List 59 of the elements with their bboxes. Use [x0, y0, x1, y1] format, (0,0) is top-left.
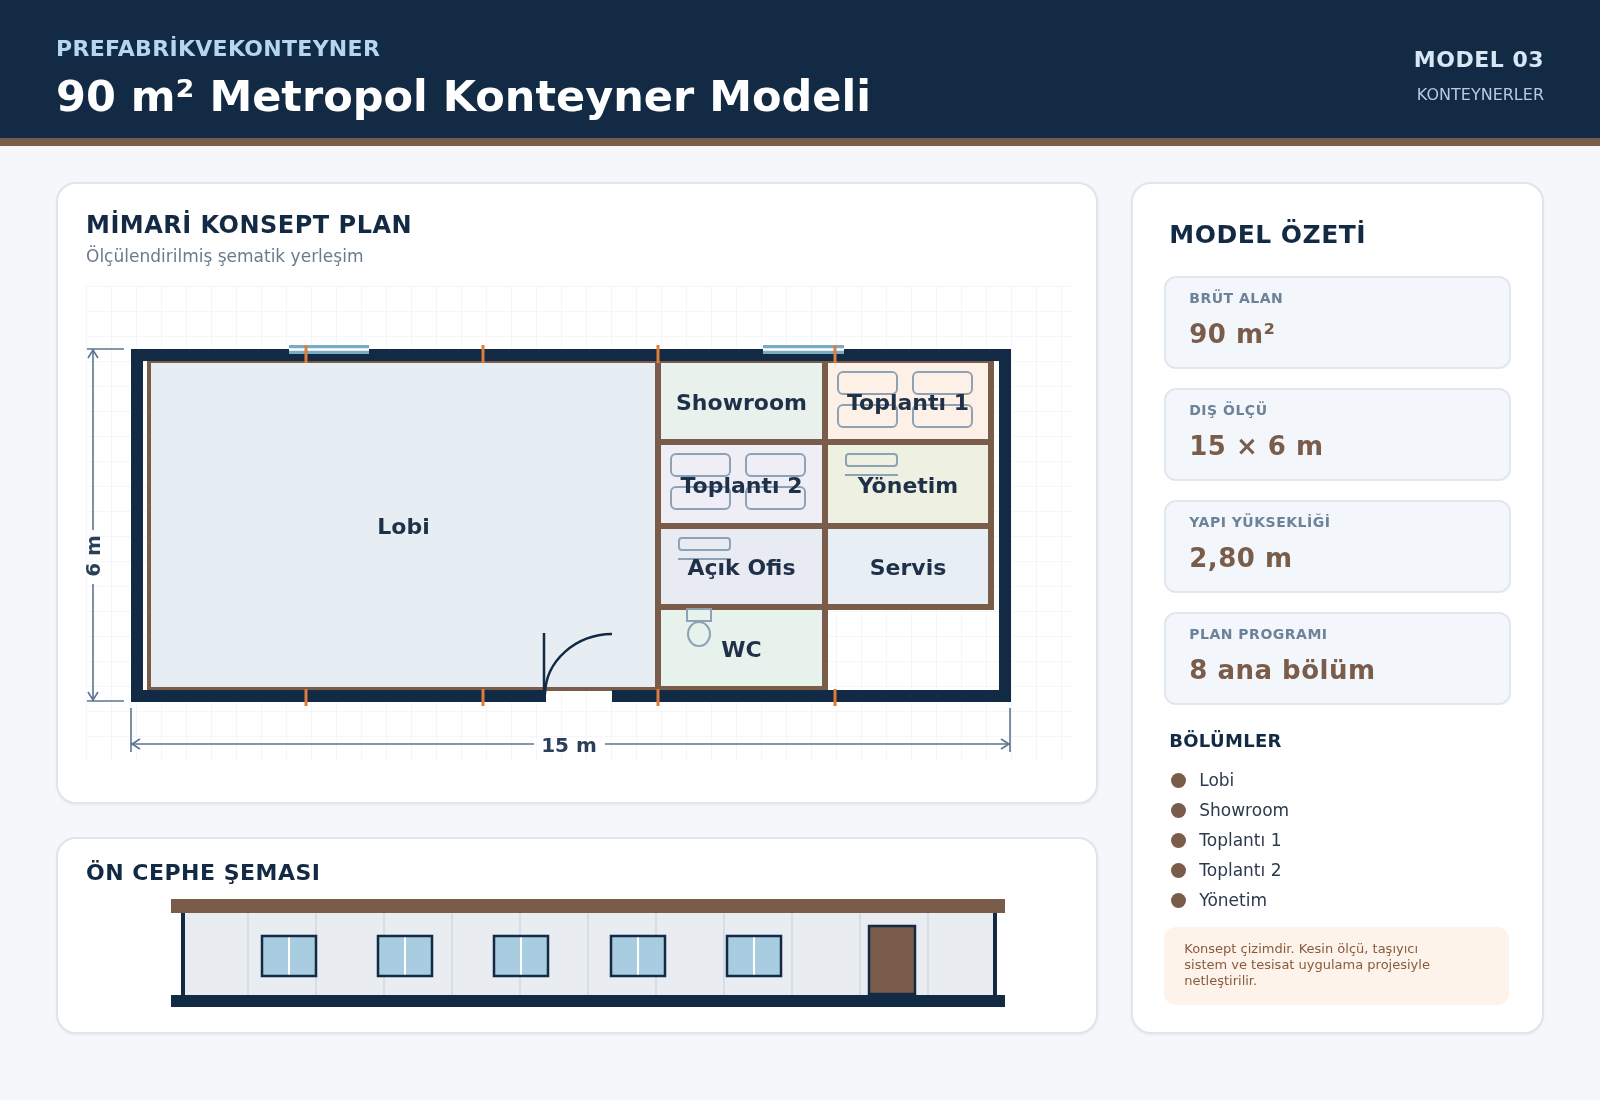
joint-marker-icon: [656, 689, 660, 706]
joint-marker-icon: [481, 345, 485, 363]
toilet-icon: [686, 608, 712, 647]
seat-icon: [745, 453, 806, 477]
window-icon: [260, 934, 318, 978]
section-item: Showroom: [1199, 799, 1290, 822]
dimension-label: 15 m: [541, 733, 597, 757]
section-item: Toplantı 1: [1199, 829, 1282, 852]
window-icon: [376, 934, 434, 978]
seat-icon: [837, 371, 898, 395]
model-number: MODEL 03: [1413, 46, 1544, 74]
section-title: MODEL ÖZETİ: [1168, 219, 1368, 251]
room-label: Toplantı 2: [680, 472, 803, 498]
room-label: Toplantı 1: [847, 389, 969, 415]
joint-marker-icon: [656, 345, 660, 363]
joint-marker-icon: [833, 689, 837, 706]
stat-label: PLAN PROGRAMI: [1189, 625, 1328, 644]
window-icon: [492, 934, 550, 978]
section-item: Lobi: [1199, 769, 1235, 792]
window-icon: [763, 345, 844, 354]
stat-label: BRÜT ALAN: [1189, 288, 1284, 308]
stat-value: 15 × 6 m: [1189, 430, 1324, 463]
room-label: WC: [721, 636, 762, 662]
section-item: Yönetim: [1199, 889, 1267, 912]
window-icon: [289, 345, 369, 354]
room-label: Açık Ofis: [687, 555, 796, 580]
joint-marker-icon: [304, 345, 308, 363]
list-heading: BÖLÜMLER: [1168, 729, 1283, 753]
section-item: Toplantı 2: [1199, 859, 1282, 882]
room-label: Servis: [869, 555, 947, 580]
category-label: KONTEYNERLER: [1416, 84, 1544, 106]
window-icon: [609, 934, 667, 978]
joint-marker-icon: [481, 689, 485, 706]
section-title: MİMARİ KONSEPT PLAN: [86, 210, 414, 240]
bullet-icon: [1171, 772, 1187, 788]
room-label: Yönetim: [857, 472, 959, 498]
bullet-icon: [1171, 832, 1187, 848]
bullet-icon: [1171, 802, 1187, 818]
desk-icon: [844, 453, 899, 476]
door-icon: [867, 924, 917, 996]
stat-label: YAPI YÜKSEKLİĞİ: [1189, 512, 1331, 532]
disclaimer-note: Konsept çizimdir. Kesin ölçü, taşıyıcı sistem ve tesisat uygulama projesiyle netleştirilir.: [1164, 927, 1510, 1005]
seat-icon: [670, 453, 731, 477]
stat-value: 90 m²: [1189, 318, 1276, 351]
stat-label: DIŞ ÖLÇÜ: [1189, 400, 1268, 420]
seat-icon: [912, 371, 973, 395]
desk-icon: [677, 537, 732, 560]
section-subtitle: Ölçülendirilmiş şematik yerleşim: [86, 244, 365, 268]
stat-value: 8 ana bölüm: [1189, 654, 1376, 687]
section-title: ÖN CEPHE ŞEMASI: [86, 859, 322, 887]
page-title: 90 m² Metropol Konteyner Modeli: [56, 71, 871, 121]
room-label: Showroom: [676, 389, 807, 415]
joint-marker-icon: [833, 345, 837, 363]
bullet-icon: [1171, 862, 1187, 878]
joint-marker-icon: [304, 689, 308, 706]
window-icon: [725, 934, 783, 978]
bullet-icon: [1171, 892, 1187, 908]
brand-name: PREFABRİKVEKONTEYNER: [56, 35, 382, 63]
stat-value: 2,80 m: [1189, 542, 1293, 575]
